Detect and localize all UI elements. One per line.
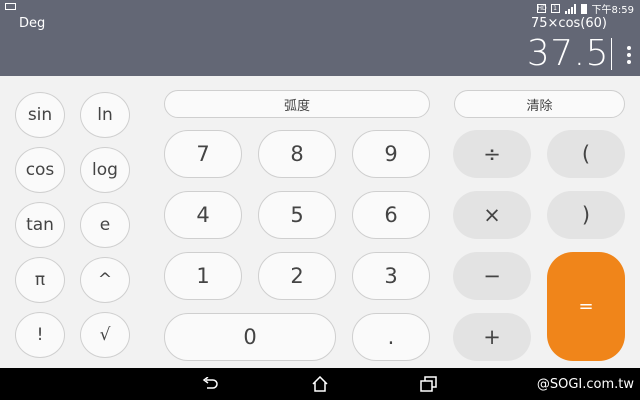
- digit-1-button[interactable]: 1: [164, 252, 242, 300]
- digit-0-button[interactable]: 0: [164, 313, 336, 361]
- tan-button[interactable]: tan: [15, 202, 65, 248]
- open-paren-button[interactable]: (: [547, 130, 625, 178]
- signal-icon: [564, 3, 576, 14]
- pi-button[interactable]: π: [15, 257, 65, 303]
- equals-button[interactable]: =: [547, 252, 625, 361]
- digit-6-button[interactable]: 6: [352, 191, 430, 239]
- clear-button[interactable]: 清除: [454, 90, 625, 118]
- back-icon[interactable]: [202, 377, 218, 391]
- digit-9-button[interactable]: 9: [352, 130, 430, 178]
- minus-button[interactable]: −: [453, 252, 531, 300]
- sim-icon: 1: [550, 4, 560, 13]
- digit-8-button[interactable]: 8: [258, 130, 336, 178]
- power-button[interactable]: ^: [80, 257, 130, 303]
- display-panel: HD 1 下午8:59 Deg 75×cos(60) 37.5: [0, 0, 640, 76]
- battery-icon: [580, 3, 587, 14]
- text-cursor: [611, 38, 612, 70]
- hd-icon: HD: [536, 4, 547, 13]
- sin-button[interactable]: sin: [15, 92, 65, 138]
- watermark-text: @SOGI.com.tw: [536, 377, 634, 392]
- digit-7-button[interactable]: 7: [164, 130, 242, 178]
- digit-4-button[interactable]: 4: [164, 191, 242, 239]
- log-button[interactable]: log: [80, 147, 130, 193]
- result-text[interactable]: 37.5: [527, 33, 609, 74]
- digit-2-button[interactable]: 2: [258, 252, 336, 300]
- status-time: 下午8:59: [591, 5, 634, 16]
- overflow-menu-icon[interactable]: [627, 46, 631, 66]
- digit-3-button[interactable]: 3: [352, 252, 430, 300]
- ln-button[interactable]: ln: [80, 92, 130, 138]
- sqrt-button[interactable]: √: [80, 312, 130, 358]
- factorial-button[interactable]: !: [15, 312, 65, 358]
- decimal-point-button[interactable]: .: [352, 313, 430, 361]
- image-notification-icon: [5, 3, 16, 10]
- recent-apps-icon[interactable]: [420, 376, 438, 392]
- cos-button[interactable]: cos: [15, 147, 65, 193]
- multiply-button[interactable]: ×: [453, 191, 531, 239]
- digit-5-button[interactable]: 5: [258, 191, 336, 239]
- e-button[interactable]: e: [80, 202, 130, 248]
- home-icon[interactable]: [311, 376, 329, 392]
- plus-button[interactable]: +: [453, 313, 531, 361]
- status-bar: HD 1 下午8:59: [536, 1, 634, 16]
- expression-text: 75×cos(60): [531, 16, 607, 31]
- close-paren-button[interactable]: ): [547, 191, 625, 239]
- divide-button[interactable]: ÷: [453, 130, 531, 178]
- radian-toggle-button[interactable]: 弧度: [164, 90, 430, 118]
- angle-mode-indicator: Deg: [19, 16, 46, 31]
- navigation-bar: @SOGI.com.tw: [0, 368, 640, 400]
